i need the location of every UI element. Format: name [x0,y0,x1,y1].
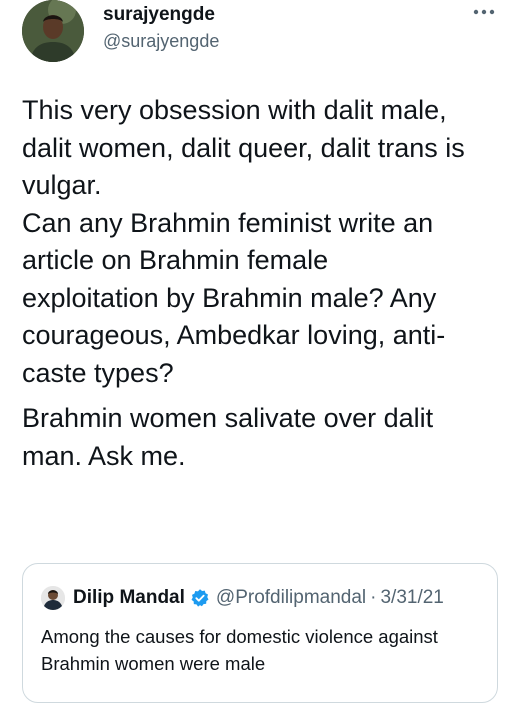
separator-dot: · [370,587,377,608]
quoted-tweet-date[interactable]: 3/31/21 [380,587,443,609]
author-name[interactable]: surajyengde [103,4,215,26]
quoted-tweet-card[interactable]: Dilip Mandal @Profdilipmandal · 3/31/21 … [22,563,498,703]
author-handle[interactable]: @surajyengde [103,31,219,52]
quoted-author-name: Dilip Mandal [73,587,185,608]
verified-badge-icon [190,588,210,608]
author-avatar[interactable] [22,0,84,62]
tweet-paragraph: This very obsession with dalit male, dal… [22,95,465,388]
more-icon[interactable] [470,0,498,24]
quoted-tweet-text: Among the causes for domestic violence a… [41,626,438,674]
quoted-author-avatar [41,586,65,610]
tweet-text: This very obsession with dalit male, dal… [22,92,512,475]
quoted-author-handle: @Profdilipmandal [215,587,367,608]
tweet-paragraph: Brahmin women salivate over dalit man. A… [22,403,434,471]
quoted-tweet-header: Dilip Mandal @Profdilipmandal · 3/31/21 [41,586,444,610]
